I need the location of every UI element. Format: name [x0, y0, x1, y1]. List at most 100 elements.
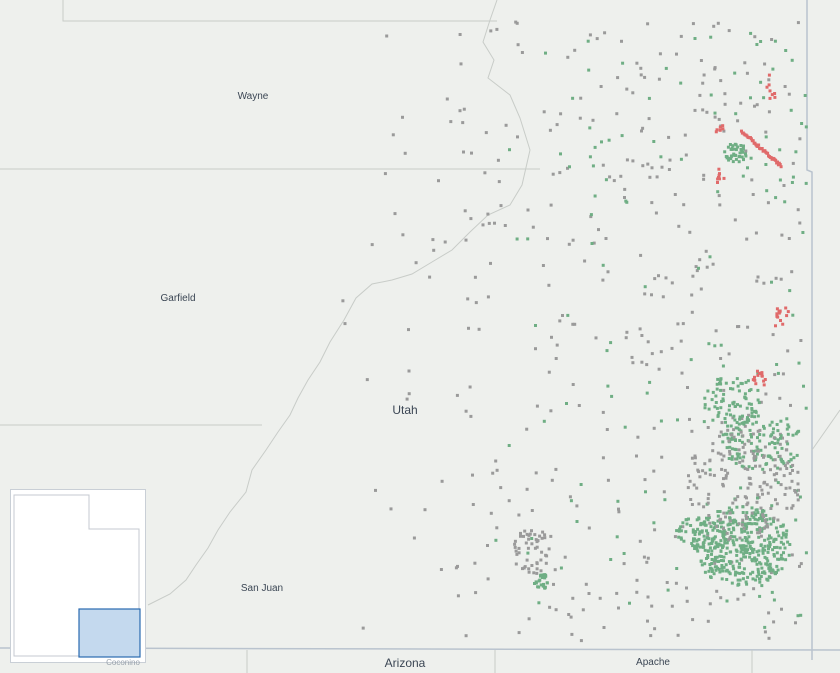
well-marker	[703, 570, 707, 574]
well-marker	[731, 511, 735, 515]
well-marker	[732, 567, 736, 571]
well-marker	[659, 419, 663, 423]
well-marker	[584, 582, 588, 586]
well-marker	[525, 532, 529, 536]
well-marker	[675, 567, 679, 570]
well-marker	[703, 523, 707, 527]
well-marker	[696, 468, 700, 472]
well-marker	[741, 434, 745, 438]
well-marker	[796, 482, 800, 486]
well-marker	[723, 102, 727, 106]
well-marker	[470, 151, 473, 155]
well-marker	[495, 27, 499, 31]
well-marker	[527, 617, 531, 621]
well-marker	[625, 330, 629, 334]
well-marker	[745, 516, 749, 520]
well-marker	[526, 551, 530, 555]
well-marker	[749, 402, 753, 406]
well-marker	[703, 538, 707, 542]
well-marker	[635, 61, 639, 65]
well-marker	[706, 556, 710, 559]
overview-minimap[interactable]	[10, 489, 146, 663]
well-marker	[575, 504, 579, 508]
well-marker	[730, 147, 734, 151]
well-marker	[701, 81, 705, 85]
well-marker	[458, 33, 462, 36]
well-marker	[755, 500, 759, 504]
well-marker	[710, 567, 714, 571]
well-marker	[707, 569, 711, 573]
well-marker	[407, 392, 411, 396]
well-marker	[734, 439, 737, 442]
well-marker	[772, 473, 776, 477]
well-marker	[591, 118, 595, 122]
well-marker	[565, 402, 568, 405]
well-marker	[731, 501, 735, 505]
well-marker	[432, 248, 436, 252]
well-marker	[657, 367, 661, 371]
well-marker	[566, 55, 570, 59]
well-marker	[756, 429, 760, 433]
well-marker	[733, 147, 737, 151]
well-marker	[666, 588, 670, 592]
well-marker	[691, 22, 695, 26]
well-marker	[782, 184, 786, 187]
well-marker	[775, 423, 779, 426]
well-marker	[527, 570, 531, 574]
well-marker	[756, 436, 759, 440]
well-marker	[792, 456, 796, 460]
well-marker	[538, 578, 542, 582]
well-marker	[756, 414, 760, 418]
well-marker	[753, 512, 757, 516]
well-marker	[403, 151, 407, 155]
well-marker	[341, 299, 345, 303]
well-marker	[635, 454, 638, 458]
well-marker	[579, 483, 583, 486]
well-marker	[590, 242, 594, 245]
well-marker	[604, 237, 608, 240]
well-marker	[508, 148, 511, 152]
well-marker	[677, 535, 681, 539]
well-marker	[773, 464, 777, 468]
map-view[interactable]: Wayne Garfield Utah San Juan Arizona Apa…	[0, 0, 840, 673]
well-marker	[776, 438, 780, 442]
county-label-garfield: Garfield	[160, 293, 196, 304]
well-marker	[798, 221, 802, 225]
well-marker	[530, 537, 534, 540]
well-marker	[713, 66, 717, 70]
well-marker	[718, 128, 722, 132]
well-marker	[777, 534, 781, 538]
well-marker	[534, 324, 537, 327]
well-marker	[761, 571, 764, 575]
well-marker	[713, 111, 717, 115]
well-marker	[738, 578, 742, 582]
well-marker	[724, 515, 727, 519]
well-marker	[687, 474, 690, 478]
county-boundary-east	[811, 409, 840, 451]
well-marker	[744, 154, 748, 158]
well-marker	[552, 582, 555, 586]
well-marker	[743, 549, 747, 553]
well-marker	[757, 449, 761, 453]
well-marker	[464, 409, 468, 413]
well-marker	[742, 593, 746, 597]
well-marker	[652, 521, 656, 525]
well-marker	[710, 398, 714, 402]
well-marker	[714, 401, 718, 404]
well-marker	[741, 414, 744, 418]
well-marker	[688, 417, 691, 421]
well-marker	[767, 110, 771, 114]
well-marker	[674, 581, 678, 585]
well-marker	[797, 361, 801, 365]
well-marker	[527, 537, 531, 541]
well-marker	[732, 528, 736, 532]
well-marker	[790, 506, 794, 510]
well-marker	[703, 396, 707, 400]
well-marker	[516, 43, 520, 47]
well-marker	[729, 531, 733, 535]
well-marker	[685, 599, 689, 603]
well-marker	[753, 35, 757, 39]
well-marker	[617, 606, 620, 610]
well-marker	[514, 549, 518, 553]
well-marker	[698, 475, 702, 479]
